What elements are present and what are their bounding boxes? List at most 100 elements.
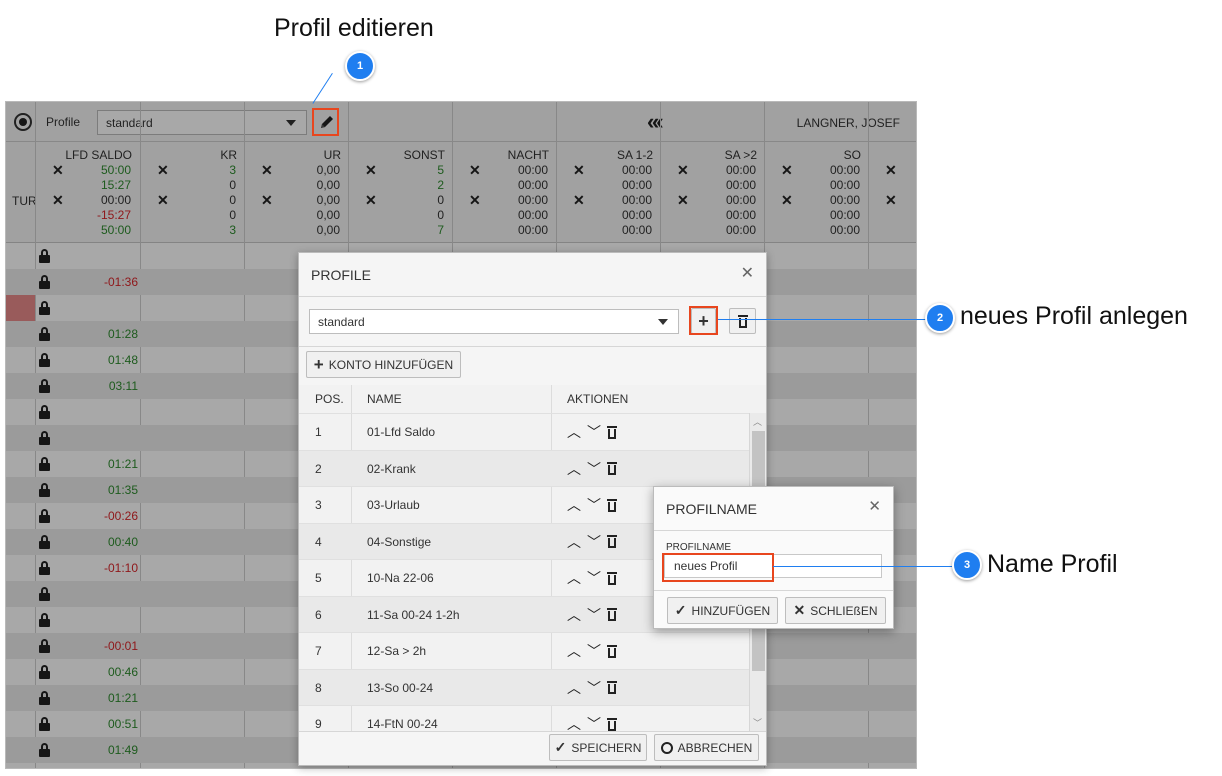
highlight-add-button [689,306,718,335]
plus-icon: + [313,354,324,374]
chevron-down-icon[interactable]: ﹀ [587,495,601,515]
chevron-down-icon[interactable]: ﹀ [587,568,601,588]
chevron-up-icon[interactable]: ︿ [567,641,581,661]
profile-name-dialog-title: PROFILNAME [666,501,758,517]
callout-new-profile: neues Profil anlegen [960,302,1188,330]
connector-line [312,73,333,104]
add-name-button[interactable]: ✓ HINZUFÜGEN [667,597,778,624]
trash-icon[interactable] [607,681,617,694]
profile-dialog-title: PROFILE [311,267,371,283]
divider [654,530,893,531]
chevron-up-icon[interactable]: ︿ [567,459,581,479]
row-name: 14-FtN 00-24 [367,717,438,731]
close-name-button[interactable]: ✕ SCHLIEßEN [785,597,886,624]
chevron-down-icon[interactable]: ﹀ [587,422,601,442]
trash-icon[interactable] [607,425,617,439]
table-row[interactable]: 9 14-FtN 00-24 ︿ ﹀ [299,705,751,731]
trash-icon[interactable] [607,717,617,731]
highlight-name-input [662,553,774,582]
row-position: 2 [315,461,322,476]
row-name: 02-Krank [367,461,416,476]
callout-edit-profile: Profil editieren [274,14,434,42]
row-actions: ︿ ﹀ [567,451,617,487]
divider [299,731,766,732]
chevron-up-icon[interactable]: ︿ [567,605,581,625]
trash-icon[interactable] [607,644,617,658]
trash-icon[interactable] [607,571,617,585]
chevron-down-icon[interactable]: ﹀ [587,714,601,731]
row-name: 11-Sa 00-24 1-2h [367,607,460,622]
row-name: 10-Na 22-06 [367,571,434,585]
add-account-button[interactable]: + KONTO HINZUFÜGEN [306,351,461,378]
row-position: 5 [315,571,322,585]
check-icon: ✓ [674,602,687,618]
row-actions: ︿ ﹀ [567,524,617,560]
close-icon: ✕ [793,602,806,618]
check-icon: ✓ [554,739,567,755]
chevron-down-icon[interactable]: ﹀ [587,678,601,698]
highlight-edit-button [312,108,339,136]
table-row[interactable]: 8 13-So 00-24 ︿ ﹀ [299,668,751,706]
table-row[interactable]: 2 02-Krank ︿ ﹀ [299,449,751,487]
connector-line [718,319,926,320]
close-name-label: SCHLIEßEN [810,603,878,618]
save-button[interactable]: ✓ SPEICHERN [549,734,647,761]
row-name: 04-Sonstige [367,534,432,549]
cancel-icon [660,741,673,754]
table-row[interactable]: 1 01-Lfd Saldo ︿ ﹀ [299,413,751,449]
chevron-up-icon[interactable]: ︿ [567,422,581,442]
row-actions: ︿ ﹀ [567,706,617,731]
chevron-down-icon[interactable]: ﹀ [753,716,762,729]
chevron-up-icon[interactable]: ︿ [567,568,581,588]
trash-icon[interactable] [607,535,617,548]
trash-icon[interactable] [607,608,617,621]
connector-line [773,566,952,567]
row-name: 03-Urlaub [367,498,420,512]
step-badge-1: 1 [345,51,375,81]
row-name: 13-So 00-24 [367,680,434,695]
row-position: 4 [315,534,322,549]
row-position: 9 [315,717,322,731]
delete-profile-button[interactable] [729,308,756,334]
profile-name-field-label: PROFILNAME [666,542,732,553]
add-account-label: KONTO HINZUFÜGEN [328,357,454,372]
trash-icon [737,314,748,328]
divider [299,296,766,297]
step-badge-3: 3 [952,550,982,580]
chevron-up-icon[interactable]: ︿ [567,714,581,731]
close-icon[interactable]: ✕ [868,497,881,515]
divider [299,346,766,347]
chevron-down-icon [658,318,668,325]
table-row[interactable]: 7 12-Sa > 2h ︿ ﹀ [299,632,751,668]
col-header-actions: AKTIONEN [567,392,629,406]
chevron-down-icon[interactable]: ﹀ [587,532,601,552]
chevron-down-icon[interactable]: ﹀ [587,459,601,479]
chevron-up-icon[interactable]: ︿ [753,415,762,428]
row-actions: ︿ ﹀ [567,597,617,633]
row-actions: ︿ ﹀ [567,414,617,450]
row-position: 3 [315,498,322,512]
col-header-pos: POS. [315,392,344,406]
trash-icon[interactable] [607,462,617,475]
trash-icon[interactable] [607,498,617,512]
profile-dialog-select[interactable]: standard [309,309,679,334]
row-position: 8 [315,680,322,695]
row-actions: ︿ ﹀ [567,487,617,523]
chevron-up-icon[interactable]: ︿ [567,678,581,698]
callout-profile-name: Name Profil [987,550,1118,578]
add-name-label: HINZUFÜGEN [691,603,771,618]
chevron-down-icon[interactable]: ﹀ [587,605,601,625]
step-badge-2: 2 [925,303,955,333]
chevron-down-icon[interactable]: ﹀ [587,641,601,661]
row-position: 7 [315,644,322,658]
row-actions: ︿ ﹀ [567,633,617,669]
row-position: 6 [315,607,322,622]
chevron-up-icon[interactable]: ︿ [567,532,581,552]
cancel-button[interactable]: ABBRECHEN [654,734,759,761]
chevron-up-icon[interactable]: ︿ [567,495,581,515]
row-actions: ︿ ﹀ [567,670,617,706]
row-position: 1 [315,425,322,439]
close-icon[interactable]: ✕ [741,263,754,283]
col-header-name: NAME [367,392,402,406]
save-label: SPEICHERN [571,740,642,755]
